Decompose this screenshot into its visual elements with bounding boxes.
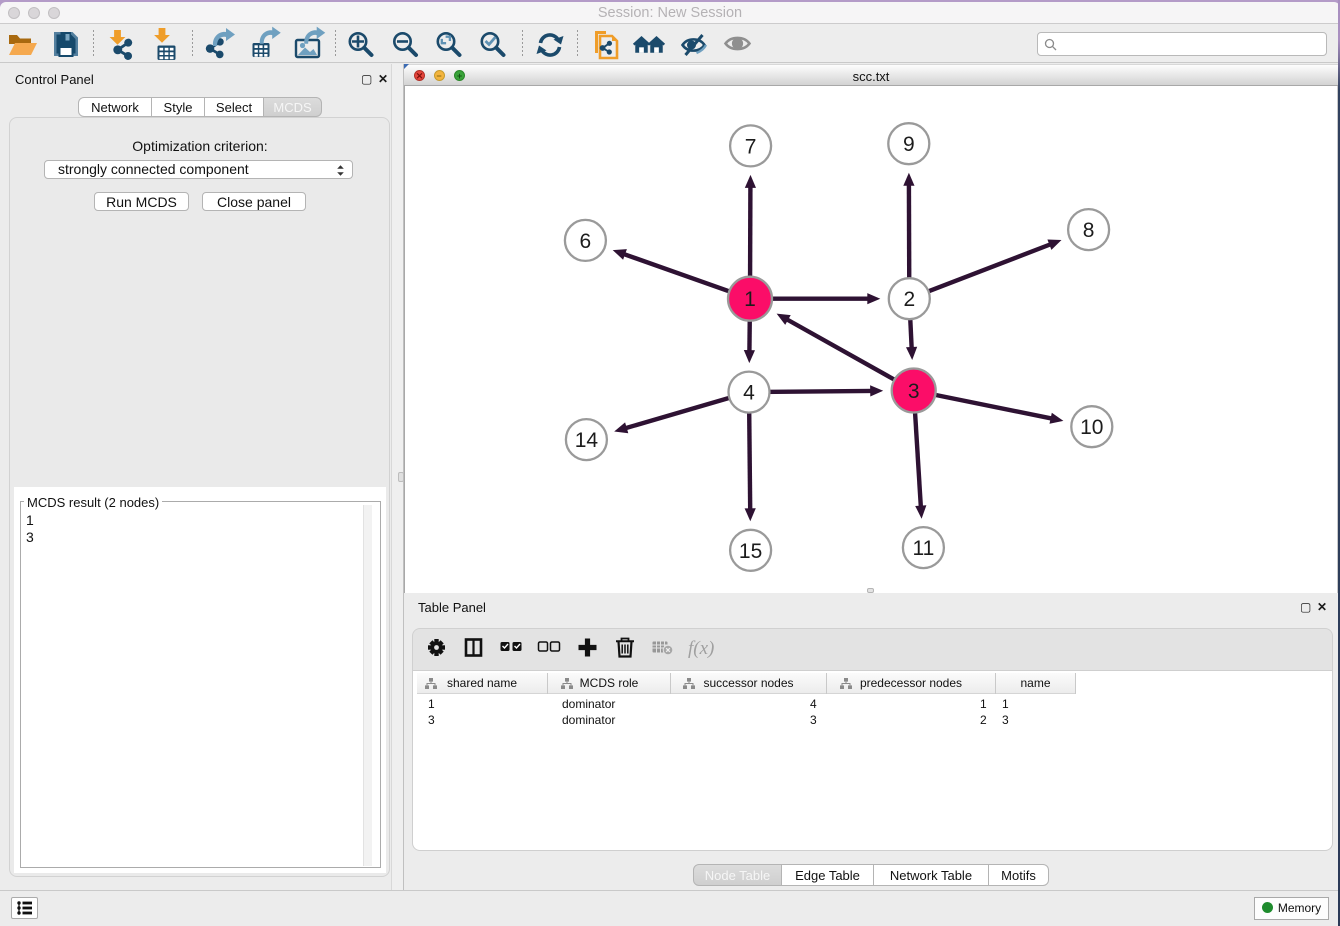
svg-text:1: 1 [744,288,756,311]
svg-text:f(x): f(x) [688,638,714,659]
svg-text:10: 10 [1080,416,1103,439]
svg-text:8: 8 [1083,219,1095,242]
svg-text:3: 3 [908,380,920,403]
svg-text:14: 14 [575,429,599,452]
svg-text:9: 9 [903,133,915,156]
svg-text:11: 11 [912,537,934,560]
svg-text:2: 2 [903,288,915,311]
svg-text:6: 6 [580,230,592,253]
svg-text:15: 15 [739,540,762,563]
svg-text:4: 4 [743,382,755,405]
svg-text:7: 7 [745,135,757,158]
